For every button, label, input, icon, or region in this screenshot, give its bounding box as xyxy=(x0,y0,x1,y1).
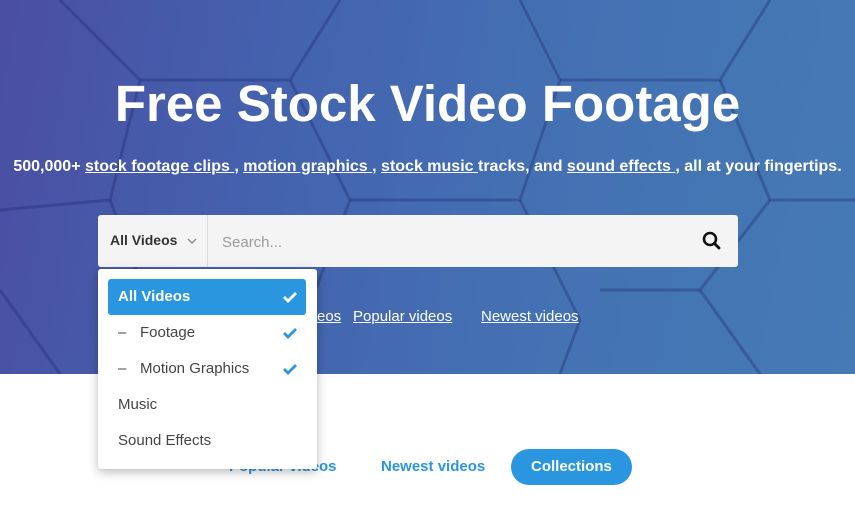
dropdown-item-music[interactable]: Music xyxy=(108,387,306,423)
category-select[interactable]: All Videos xyxy=(98,215,208,267)
link-newest-videos[interactable]: Newest videos xyxy=(481,308,579,325)
page-title: Free Stock Video Footage xyxy=(114,75,741,132)
link-stock-footage-clips[interactable]: stock footage clips xyxy=(85,158,234,175)
hero-subtitle: 500,000+ stock footage clips , motion gr… xyxy=(0,158,855,176)
category-dropdown: All Videos – Footage – Motion Graphics M… xyxy=(98,269,317,469)
tab-collections[interactable]: Collections xyxy=(511,449,632,485)
subtitle-suffix: , all at your fingertips. xyxy=(675,158,842,175)
check-icon xyxy=(283,328,297,339)
subtitle-count: 500,000+ xyxy=(13,158,85,175)
check-icon xyxy=(283,364,297,375)
search-input[interactable] xyxy=(220,229,684,255)
link-sound-effects[interactable]: sound effects xyxy=(567,158,675,175)
subtitle-separator: , xyxy=(372,158,382,175)
dropdown-item-label: Music xyxy=(118,396,158,413)
search-icon xyxy=(702,231,721,250)
dropdown-item-label: Motion Graphics xyxy=(140,360,250,377)
link-motion-graphics[interactable]: motion graphics xyxy=(243,158,372,175)
subtitle-text: tracks, and xyxy=(477,158,567,175)
dropdown-item-label: Footage xyxy=(140,324,196,341)
category-select-label: All Videos xyxy=(110,232,178,248)
dropdown-item-motion-graphics[interactable]: – Motion Graphics xyxy=(108,351,306,387)
subtitle-separator: , xyxy=(234,158,244,175)
link-popular-videos[interactable]: Popular videos xyxy=(353,308,452,325)
chevron-down-icon xyxy=(187,238,197,244)
dropdown-item-footage[interactable]: – Footage xyxy=(108,315,306,351)
dropdown-item-sound-effects[interactable]: Sound Effects xyxy=(108,423,306,459)
check-icon xyxy=(283,292,297,303)
dropdown-item-all-videos[interactable]: All Videos xyxy=(108,279,306,315)
dropdown-item-dash: – xyxy=(118,360,127,377)
link-stock-music[interactable]: stock music xyxy=(381,158,478,175)
dropdown-item-label: Sound Effects xyxy=(118,432,212,449)
dropdown-item-dash: – xyxy=(118,324,127,341)
search-button[interactable] xyxy=(696,227,728,255)
tab-newest-videos[interactable]: Newest videos xyxy=(381,449,485,485)
search-bar: All Videos xyxy=(98,215,738,267)
dropdown-item-label: All Videos xyxy=(118,288,191,305)
